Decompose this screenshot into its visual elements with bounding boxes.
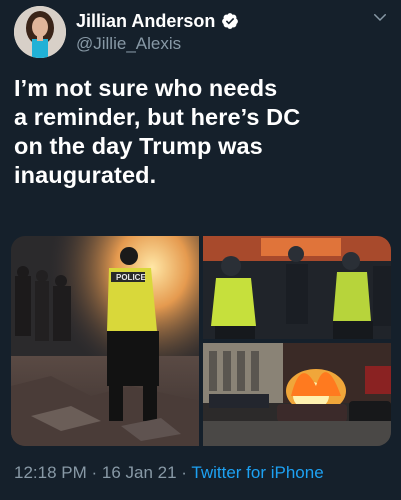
verified-badge-icon — [221, 12, 239, 30]
media-photo-2[interactable] — [203, 236, 391, 339]
meta-separator: · — [86, 463, 102, 482]
chevron-down-icon[interactable] — [371, 8, 389, 26]
meta-separator: · — [176, 463, 192, 482]
media-photo-3[interactable] — [203, 343, 391, 446]
display-name[interactable]: Jillian Anderson — [76, 10, 215, 32]
author-name-row: Jillian Anderson — [76, 10, 239, 32]
media-photo-1[interactable]: POLICE — [11, 236, 199, 446]
author-handle[interactable]: @Jillie_Alexis — [76, 33, 239, 55]
author-names: Jillian Anderson @Jillie_Alexis — [76, 10, 239, 55]
tweet-media-grid[interactable]: POLICE — [11, 236, 391, 446]
avatar[interactable] — [14, 6, 66, 58]
police-vest-text: POLICE — [116, 273, 146, 282]
tweet-time[interactable]: 12:18 PM — [14, 463, 87, 482]
tweet-header: Jillian Anderson @Jillie_Alexis — [14, 6, 389, 62]
tweet-meta: 12:18 PM · 16 Jan 21 · Twitter for iPhon… — [14, 462, 324, 484]
avatar-image — [14, 6, 66, 58]
tweet-date[interactable]: 16 Jan 21 — [102, 463, 177, 482]
tweet-text: I’m not sure who needs a reminder, but h… — [14, 75, 301, 188]
tweet-source-link[interactable]: Twitter for iPhone — [191, 463, 323, 482]
